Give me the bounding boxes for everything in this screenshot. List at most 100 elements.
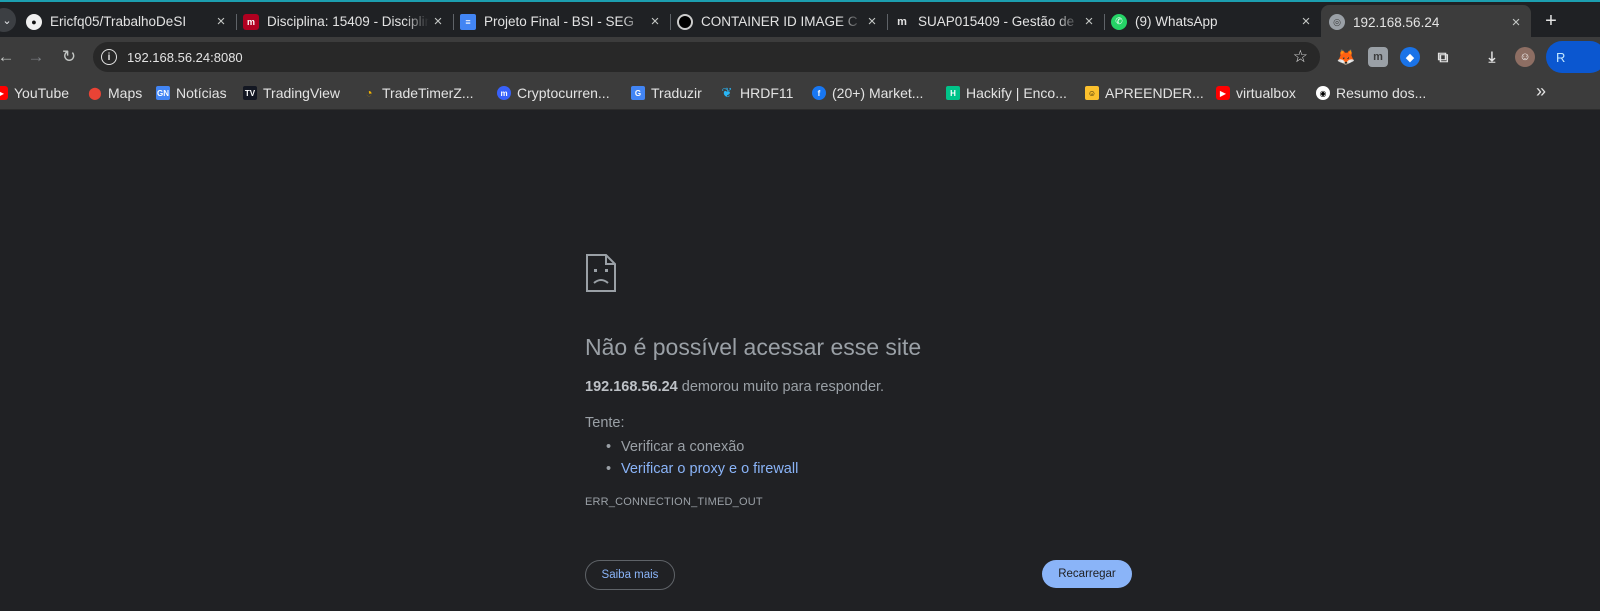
bookmark-marketplace[interactable]: f (20+) Market... bbox=[812, 83, 923, 103]
metamask-icon[interactable]: 🦊 bbox=[1336, 47, 1356, 67]
tab-strip: ⌄ ● Ericfq05/TrabalhoDeSI × m Disciplina… bbox=[0, 0, 1600, 39]
close-icon[interactable]: × bbox=[863, 13, 881, 30]
moodle-m-icon: m bbox=[897, 15, 907, 28]
tab-whatsapp[interactable]: ✆ (9) WhatsApp × bbox=[1111, 6, 1315, 37]
chevron-down-icon: ⌄ bbox=[2, 14, 12, 27]
arrow-right-icon: → bbox=[27, 47, 45, 66]
bookmark-apreender[interactable]: ☺ APREENDER... bbox=[1085, 83, 1204, 103]
bookmark-virtualbox[interactable]: ▶ virtualbox bbox=[1216, 83, 1296, 103]
browser-toolbar: ← → ↻ i 192.168.56.24:8080 ☆ 🦊 m ◆ ⧉ ⤓ ☺… bbox=[0, 37, 1600, 77]
sad-page-icon bbox=[586, 254, 616, 292]
tab-title: (9) WhatsApp bbox=[1135, 14, 1218, 29]
bookmarks-bar: ▶ YouTube ⬤ Maps GN Notícias TV TradingV… bbox=[0, 77, 1600, 110]
youtube-icon: ▶ bbox=[1216, 86, 1230, 100]
tab-title: 192.168.56.24 bbox=[1353, 14, 1440, 30]
tab-separator bbox=[887, 14, 888, 30]
address-bar[interactable]: i 192.168.56.24:8080 ☆ bbox=[93, 42, 1320, 72]
tab-projeto-final[interactable]: ≡ Projeto Final - BSI - SEG × bbox=[460, 6, 664, 37]
puzzle-extensions-icon[interactable]: ⧉ bbox=[1433, 47, 1453, 67]
bookmark-noticias[interactable]: GN Notícias bbox=[156, 83, 227, 103]
tab-container-id[interactable]: CONTAINER ID IMAGE C × bbox=[677, 6, 881, 37]
new-tab-button[interactable]: + bbox=[1537, 7, 1565, 35]
smiley-icon: ☺ bbox=[1085, 86, 1099, 100]
bookmark-label: (20+) Market... bbox=[832, 85, 924, 101]
error-host: 192.168.56.24 bbox=[585, 379, 678, 395]
bookmark-youtube[interactable]: ▶ YouTube bbox=[0, 83, 69, 103]
reload-icon: ↻ bbox=[61, 47, 77, 66]
arrow-left-icon: ← bbox=[0, 47, 15, 66]
bookmark-label: Maps bbox=[108, 85, 143, 101]
bookmark-label: Notícias bbox=[176, 85, 227, 101]
globe-icon: ◎ bbox=[1329, 14, 1345, 30]
bookmark-label: TradingView bbox=[263, 85, 341, 101]
profile-button[interactable]: R bbox=[1546, 41, 1600, 73]
site-info-icon[interactable]: i bbox=[101, 49, 117, 65]
tab-title: CONTAINER ID IMAGE C bbox=[701, 14, 858, 29]
bookmark-maps[interactable]: ⬤ Maps bbox=[88, 83, 142, 103]
bookmark-resumo[interactable]: ◉ Resumo dos... bbox=[1316, 83, 1426, 103]
bookmark-hrdf11[interactable]: ❦ HRDF11 bbox=[720, 83, 794, 103]
hackify-icon: H bbox=[946, 86, 960, 100]
bookmark-star-icon[interactable]: ☆ bbox=[1293, 47, 1308, 67]
bookmark-label: virtualbox bbox=[1236, 85, 1296, 101]
tab-title: SUAP015409 - Gestão de bbox=[918, 14, 1075, 29]
openai-icon: ◉ bbox=[1316, 86, 1330, 100]
error-description-text: demorou muito para responder. bbox=[677, 379, 885, 395]
tab-title: Projeto Final - BSI - SEG bbox=[484, 14, 635, 29]
details-button[interactable]: Saiba mais bbox=[585, 560, 675, 590]
suggestion-check-proxy-link[interactable]: Verificar o proxy e o firewall bbox=[603, 458, 798, 480]
tab-separator bbox=[670, 14, 671, 30]
forward-button[interactable]: → bbox=[22, 43, 50, 71]
bookmark-label: YouTube bbox=[14, 85, 70, 101]
youtube-icon: ▶ bbox=[0, 86, 8, 100]
tradingview-icon: TV bbox=[243, 86, 257, 100]
bookmark-label: Cryptocurren... bbox=[517, 85, 610, 101]
bookmark-label: APREENDER... bbox=[1105, 85, 1204, 101]
bookmark-hackify[interactable]: H Hackify | Enco... bbox=[946, 83, 1067, 103]
close-icon[interactable]: × bbox=[1297, 13, 1315, 30]
bookmark-tradingview[interactable]: TV TradingView bbox=[243, 83, 340, 103]
bookmark-label: Resumo dos... bbox=[1336, 85, 1427, 101]
bookmark-cryptocurrency[interactable]: m Cryptocurren... bbox=[497, 83, 610, 103]
whatsapp-icon: ✆ bbox=[1111, 13, 1127, 30]
tab-disciplina[interactable]: m Disciplina: 15409 - Disciplina × bbox=[243, 6, 447, 37]
error-code: ERR_CONNECTION_TIMED_OUT bbox=[585, 496, 763, 508]
leaf-icon: ❦ bbox=[721, 85, 733, 100]
close-icon[interactable]: × bbox=[1080, 13, 1098, 30]
suggestion-check-connection: Verificar a conexão bbox=[603, 436, 798, 458]
bookmark-label: Hackify | Enco... bbox=[966, 85, 1067, 101]
error-description: 192.168.56.24 demorou muito para respond… bbox=[585, 379, 884, 395]
back-button[interactable]: ← bbox=[0, 43, 20, 71]
reload-page-button[interactable]: Recarregar bbox=[1042, 560, 1132, 588]
try-label: Tente: bbox=[585, 415, 625, 431]
reload-button[interactable]: ↻ bbox=[55, 43, 83, 71]
tab-separator bbox=[236, 14, 237, 30]
error-page: Não é possível acessar esse site 192.168… bbox=[0, 110, 1600, 611]
tab-github[interactable]: ● Ericfq05/TrabalhoDeSI × bbox=[26, 6, 230, 37]
facebook-icon: f bbox=[812, 86, 826, 100]
openai-icon bbox=[677, 13, 693, 30]
bookmark-traduzir[interactable]: G Traduzir bbox=[631, 83, 702, 103]
download-icon[interactable]: ⤓ bbox=[1482, 47, 1502, 67]
tab-suap[interactable]: m SUAP015409 - Gestão de × bbox=[894, 6, 1098, 37]
tradetimer-icon: ◔ bbox=[365, 86, 373, 100]
bookmarks-overflow-button[interactable]: » bbox=[1536, 81, 1546, 102]
extension-blue-icon[interactable]: ◆ bbox=[1400, 47, 1420, 67]
google-news-icon: GN bbox=[156, 86, 170, 100]
tab-active-ip[interactable]: ◎ 192.168.56.24 × bbox=[1321, 5, 1531, 39]
tab-search-button[interactable]: ⌄ bbox=[0, 8, 16, 32]
close-icon[interactable]: × bbox=[646, 13, 664, 30]
moodle-extension-icon[interactable]: m bbox=[1368, 47, 1388, 67]
bookmark-label: HRDF11 bbox=[740, 85, 794, 101]
close-icon[interactable]: × bbox=[429, 13, 447, 30]
coinmarketcap-icon: m bbox=[497, 86, 511, 100]
error-title: Não é possível acessar esse site bbox=[585, 334, 922, 360]
bookmark-tradetimer[interactable]: ◔ TradeTimerZ... bbox=[362, 83, 474, 103]
close-icon[interactable]: × bbox=[1507, 14, 1525, 31]
close-icon[interactable]: × bbox=[212, 13, 230, 30]
bookmark-label: TradeTimerZ... bbox=[382, 85, 474, 101]
profile-initial: R bbox=[1556, 49, 1566, 65]
avatar[interactable]: ☺ bbox=[1515, 47, 1535, 67]
url-text[interactable]: 192.168.56.24:8080 bbox=[127, 50, 243, 65]
tab-title: Disciplina: 15409 - Disciplina bbox=[267, 14, 429, 29]
